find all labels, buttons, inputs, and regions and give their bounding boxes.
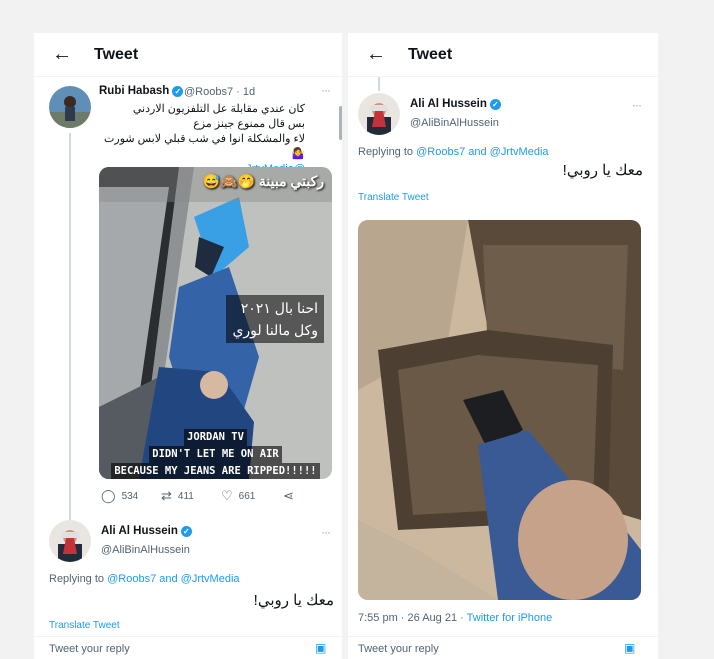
caption-line: DIDN'T LET ME ON AIR [149, 446, 282, 463]
reply-input[interactable]: Tweet your reply [49, 643, 130, 655]
tweet-actions: ◯ 534 ⇄ 411 ♡ 661 ⋖ [101, 488, 294, 504]
tweet-source-link[interactable]: Twitter for iPhone [467, 612, 553, 624]
header-bar: ← Tweet [348, 33, 658, 77]
tweet-text: معك يا روبي! [253, 592, 334, 609]
replying-to: Replying to @Roobs7 and @JrtvMedia [358, 146, 549, 158]
author-handle[interactable]: @AliBinAlHussein [410, 117, 499, 129]
author-name-text: Ali Al Hussein [410, 98, 487, 110]
scrollbar[interactable] [339, 106, 342, 140]
tweet-text-line: كان عندي مقابلة عل التلفزيون الاردني [132, 103, 305, 115]
thread-line [378, 77, 380, 91]
author-name-text: Ali Al Hussein [101, 525, 178, 537]
reply-action[interactable]: ◯ 534 [101, 488, 161, 504]
left-tweet-panel: ← Tweet Rubi Habash ✓ @Roobs7 · 1d ··· كا… [34, 33, 342, 659]
author-name[interactable]: Ali Al Hussein ✓ [101, 525, 192, 537]
image-caption-bottom: JORDAN TV DIDN'T LET ME ON AIR BECAUSE M… [99, 429, 332, 479]
author-name[interactable]: Rubi Habash ✓ [99, 85, 184, 97]
reply-input[interactable]: Tweet your reply [358, 643, 439, 655]
tweet-text: كان عندي مقابلة عل التلفزيون الاردني بس … [95, 102, 305, 177]
author-name-text: Rubi Habash [99, 85, 170, 97]
more-options-icon[interactable]: ··· [321, 525, 331, 539]
retweet-icon: ⇄ [161, 488, 172, 503]
like-count: 661 [238, 490, 256, 502]
reply-icon: ◯ [101, 488, 116, 503]
author-handle[interactable]: @Roobs7 · 1d [184, 86, 255, 98]
avatar[interactable] [358, 93, 400, 135]
caption-line: JORDAN TV [184, 429, 247, 446]
replying-prefix: Replying to [358, 146, 414, 158]
heart-icon: ♡ [221, 488, 233, 503]
replying-to-links[interactable]: @Roobs7 and @JrtvMedia [416, 146, 548, 158]
translate-tweet-link[interactable]: Translate Tweet [49, 620, 120, 631]
avatar[interactable] [49, 520, 91, 562]
retweet-action[interactable]: ⇄ 411 [161, 488, 221, 504]
back-arrow-icon[interactable]: ← [52, 43, 82, 66]
image-upload-icon[interactable]: ▣ [624, 641, 635, 655]
timestamp-text: 7:55 pm · 26 Aug 21 · [358, 612, 467, 624]
avatar[interactable] [49, 86, 91, 128]
right-tweet-panel: ← Tweet Ali Al Hussein ✓ @AliBinAlHussein… [348, 33, 658, 659]
replying-prefix: Replying to [49, 573, 105, 585]
tweet-text-line: بس قال ممنوع جينز مزع [193, 118, 305, 130]
replying-to: Replying to @Roobs7 and @JrtvMedia [49, 573, 240, 585]
tweet-text-line: لاء والمشكلة انوا في شب قبلي لابس شورت 🤷… [104, 133, 305, 160]
share-action[interactable]: ⋖ [283, 488, 294, 504]
page-title: Tweet [94, 45, 139, 63]
tweet-timestamp: 7:55 pm · 26 Aug 21 · Twitter for iPhone [358, 612, 552, 624]
reply-count: 534 [121, 490, 139, 502]
share-icon: ⋖ [283, 488, 294, 503]
tweet-media[interactable] [358, 220, 641, 600]
tweet-media[interactable]: ركبتي مبينة 🤭🙈😅 احنا بال ٢٠٢١ وكل مالنا … [99, 167, 332, 479]
caption-line: BECAUSE MY JEANS ARE RIPPED!!!!! [111, 463, 320, 479]
verified-badge-icon: ✓ [489, 99, 501, 110]
caption-line: احنا بال ٢٠٢١ [240, 300, 318, 316]
thread-line [69, 133, 71, 525]
retweet-count: 411 [177, 490, 194, 502]
divider [34, 636, 342, 637]
divider [348, 636, 658, 637]
image-caption-middle: احنا بال ٢٠٢١ وكل مالنا لوري [226, 295, 324, 343]
back-arrow-icon[interactable]: ← [366, 43, 396, 66]
more-options-icon[interactable]: ··· [321, 83, 331, 97]
author-name[interactable]: Ali Al Hussein ✓ [410, 98, 501, 110]
image-caption-top: ركبتي مبينة 🤭🙈😅 [202, 173, 324, 189]
image-upload-icon[interactable]: ▣ [315, 641, 326, 655]
translate-tweet-link[interactable]: Translate Tweet [358, 192, 429, 203]
verified-badge-icon: ✓ [180, 526, 192, 537]
verified-badge-icon: ✓ [172, 86, 184, 97]
caption-line: وكل مالنا لوري [232, 322, 318, 338]
header-bar: ← Tweet [34, 33, 342, 77]
like-action[interactable]: ♡ 661 [221, 488, 283, 504]
replying-to-links[interactable]: @Roobs7 and @JrtvMedia [107, 573, 239, 585]
author-handle[interactable]: @AliBinAlHussein [101, 544, 190, 556]
page-title: Tweet [408, 45, 453, 63]
tweet-text: معك يا روبي! [562, 162, 643, 179]
more-options-icon[interactable]: ··· [632, 98, 642, 112]
